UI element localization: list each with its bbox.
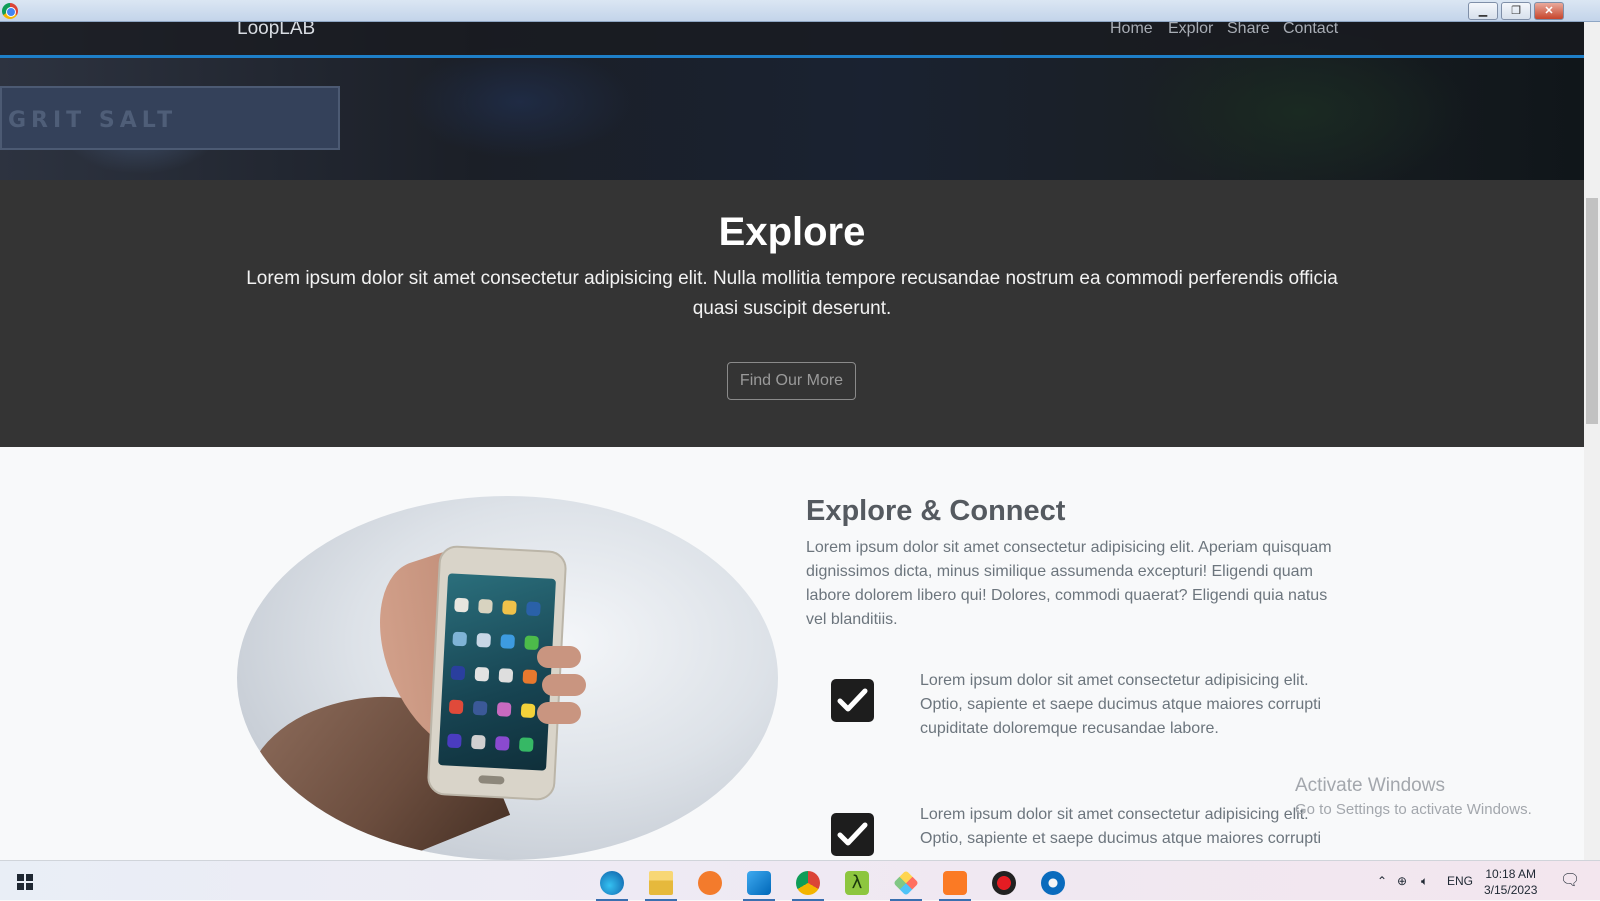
recorder-icon[interactable]	[982, 866, 1026, 901]
explore-connect-title: Explore & Connect	[806, 495, 1066, 527]
chrome-icon[interactable]	[786, 866, 830, 901]
activate-windows-watermark: Activate Windows Go to Settings to activ…	[1295, 775, 1532, 818]
brand-logo[interactable]: LoopLAB	[237, 22, 315, 38]
git-icon[interactable]	[884, 866, 928, 901]
close-button[interactable]: ✕	[1534, 2, 1564, 20]
smartphone-shape	[426, 544, 568, 802]
finger-shape	[537, 646, 581, 668]
navbar: LoopLAB Home Explor Share Contact	[0, 22, 1584, 58]
feature-text-2: Lorem ipsum dolor sit amet consectetur a…	[920, 806, 1322, 847]
nav-link-share[interactable]: Share	[1227, 22, 1270, 38]
activate-windows-subtitle: Go to Settings to activate Windows.	[1295, 801, 1532, 818]
feature-text-1: Lorem ipsum dolor sit amet consectetur a…	[920, 672, 1322, 737]
web-page: GRIT SALT LoopLAB Home Explor Share Cont…	[0, 22, 1584, 860]
nav-link-contact[interactable]: Contact	[1283, 22, 1338, 38]
file-explorer-icon[interactable]	[639, 866, 683, 901]
activate-windows-title: Activate Windows	[1295, 775, 1445, 796]
xampp-icon[interactable]	[933, 866, 977, 901]
phone-in-hand-image	[237, 496, 778, 860]
explore-connect-description: Lorem ipsum dolor sit amet consectetur a…	[806, 539, 1332, 628]
find-out-more-button[interactable]: Find Our More	[727, 362, 856, 400]
check-icon	[831, 679, 874, 722]
chrome-logo-icon	[2, 3, 18, 19]
edge-icon[interactable]	[590, 866, 634, 901]
nav-link-explor[interactable]: Explor	[1168, 22, 1213, 38]
page-scrollbar[interactable]	[1584, 22, 1600, 860]
check-icon	[831, 813, 874, 856]
nav-link-home[interactable]: Home	[1110, 22, 1153, 38]
volume-icon[interactable]: 🔈︎	[1421, 861, 1428, 901]
browser-titlebar: ▁ ❐ ✕	[0, 0, 1600, 22]
lambda-icon[interactable]: λ	[835, 866, 879, 901]
language-indicator[interactable]: ENG	[1447, 861, 1473, 901]
explore-section: Explore Lorem ipsum dolor sit amet conse…	[0, 180, 1584, 447]
hero-sign-text: GRIT SALT	[8, 108, 178, 133]
explore-title: Explore	[718, 210, 866, 254]
windows-taskbar: λ ⌃ ⊕ 🔈︎ ENG 10:18 AM 3/15/2023 🗨︎	[0, 860, 1600, 901]
scrollbar-thumb[interactable]	[1586, 198, 1598, 424]
clock[interactable]: 10:18 AM 3/15/2023	[1484, 866, 1537, 898]
sublime-icon[interactable]	[688, 866, 732, 901]
minimize-button[interactable]: ▁	[1468, 2, 1498, 20]
tray-chevron-icon[interactable]: ⌃	[1377, 861, 1387, 901]
hero-sign-image: GRIT SALT	[0, 86, 340, 150]
phone-screen	[438, 573, 557, 771]
windows-start-icon[interactable]	[17, 874, 33, 890]
phone-home-button	[478, 775, 505, 785]
notification-icon[interactable]: 🗨︎	[1560, 861, 1580, 901]
explore-description: Lorem ipsum dolor sit amet consectetur a…	[246, 268, 1338, 319]
restore-button[interactable]: ❐	[1501, 2, 1531, 20]
finger-shape	[537, 702, 581, 724]
vscode-icon[interactable]	[737, 866, 781, 901]
clock-date: 3/15/2023	[1484, 883, 1538, 897]
finger-shape	[542, 674, 586, 696]
network-icon[interactable]: ⊕	[1397, 861, 1407, 901]
clock-time: 10:18 AM	[1485, 867, 1537, 881]
app-icon[interactable]	[1031, 866, 1075, 901]
